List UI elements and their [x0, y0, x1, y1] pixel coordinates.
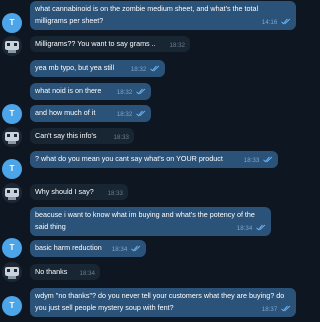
- message-meta: 18:33: [244, 156, 273, 166]
- chat-history: T what cannabinoid is on the zombie medi…: [0, 0, 300, 322]
- read-ticks-icon: [281, 18, 291, 28]
- message-bubble-outgoing[interactable]: yea mb typo, but yea still 18:32: [30, 60, 165, 77]
- message-bubble-incoming[interactable]: Milligrams?? You want to say grams .. 18…: [30, 36, 190, 52]
- message-bubble-outgoing[interactable]: wdym "no thanks"? do you never tell your…: [30, 288, 296, 317]
- message-meta: 18:34: [80, 269, 95, 278]
- read-ticks-icon: [150, 65, 160, 75]
- message-text: No thanks: [35, 267, 68, 276]
- bot-avatar-icon[interactable]: [2, 183, 22, 203]
- message-meta: 18:33: [108, 189, 123, 198]
- message-time: 14:16: [261, 18, 278, 26]
- message-time: 18:33: [113, 134, 129, 141]
- message-text: yea mb typo, but yea still: [35, 63, 115, 72]
- message-bubble-incoming[interactable]: Why should I say? 18:33: [30, 184, 128, 200]
- message-text: Can't say this info's: [35, 131, 97, 140]
- message-bubble-outgoing[interactable]: basic harm reduction 18:34: [30, 240, 146, 257]
- read-ticks-icon: [136, 110, 146, 120]
- message-text: Why should I say?: [35, 187, 94, 196]
- message-time: 18:33: [107, 190, 123, 197]
- bot-avatar-icon[interactable]: [2, 262, 22, 282]
- message-bubble-incoming[interactable]: Can't say this info's 18:33: [30, 128, 134, 144]
- message-text: what noid is on there: [35, 86, 102, 95]
- message-meta: 18:37: [262, 305, 291, 315]
- message-meta: 18:34: [112, 245, 141, 255]
- message-bubble-outgoing[interactable]: ? what do you mean you cant say what's o…: [30, 151, 278, 168]
- user-avatar[interactable]: T: [2, 159, 22, 179]
- message-text: beacuse i want to know what im buying an…: [35, 210, 255, 231]
- message-time: 18:33: [243, 157, 260, 164]
- message-text: ? what do you mean you cant say what's o…: [35, 154, 223, 163]
- message-text: and how much of it: [35, 108, 96, 117]
- user-avatar[interactable]: T: [2, 13, 22, 33]
- read-ticks-icon: [131, 245, 141, 255]
- read-ticks-icon: [136, 88, 146, 98]
- message-time: 18:32: [130, 66, 147, 73]
- message-time: 18:32: [116, 89, 133, 96]
- message-bubble-outgoing[interactable]: beacuse i want to know what im buying an…: [30, 207, 271, 236]
- message-meta: 18:32: [117, 110, 146, 120]
- message-meta: 18:33: [114, 133, 129, 142]
- read-ticks-icon: [263, 156, 273, 166]
- message-time: 18:37: [261, 305, 278, 313]
- message-bubble-outgoing[interactable]: what cannabinoid is on the zombie medium…: [30, 1, 296, 30]
- user-avatar[interactable]: T: [2, 238, 22, 258]
- message-time: 18:34: [111, 246, 128, 253]
- message-meta: 18:32: [131, 65, 160, 75]
- read-ticks-icon: [281, 305, 291, 315]
- message-meta: 18:34: [237, 224, 266, 234]
- message-time: 18:32: [169, 42, 185, 49]
- message-text: Milligrams?? You want to say grams ..: [35, 39, 156, 48]
- bot-avatar-icon[interactable]: [2, 36, 22, 56]
- message-bubble-outgoing[interactable]: what noid is on there 18:32: [30, 83, 151, 100]
- user-avatar[interactable]: T: [2, 296, 22, 316]
- message-meta: 18:32: [170, 41, 185, 50]
- message-meta: 14:16: [262, 18, 291, 28]
- read-ticks-icon: [256, 224, 266, 234]
- message-text: wdym "no thanks"? do you never tell your…: [35, 291, 285, 312]
- message-text: basic harm reduction: [35, 243, 102, 252]
- message-bubble-outgoing[interactable]: and how much of it 18:32: [30, 105, 151, 122]
- message-bubble-incoming[interactable]: No thanks 18:34: [30, 264, 100, 280]
- user-avatar[interactable]: T: [2, 104, 22, 124]
- message-time: 18:34: [236, 224, 253, 232]
- message-meta: 18:32: [117, 88, 146, 98]
- message-text: what cannabinoid is on the zombie medium…: [35, 4, 259, 25]
- bot-avatar-icon[interactable]: [2, 127, 22, 147]
- message-time: 18:32: [116, 111, 133, 118]
- message-time: 18:34: [79, 270, 95, 277]
